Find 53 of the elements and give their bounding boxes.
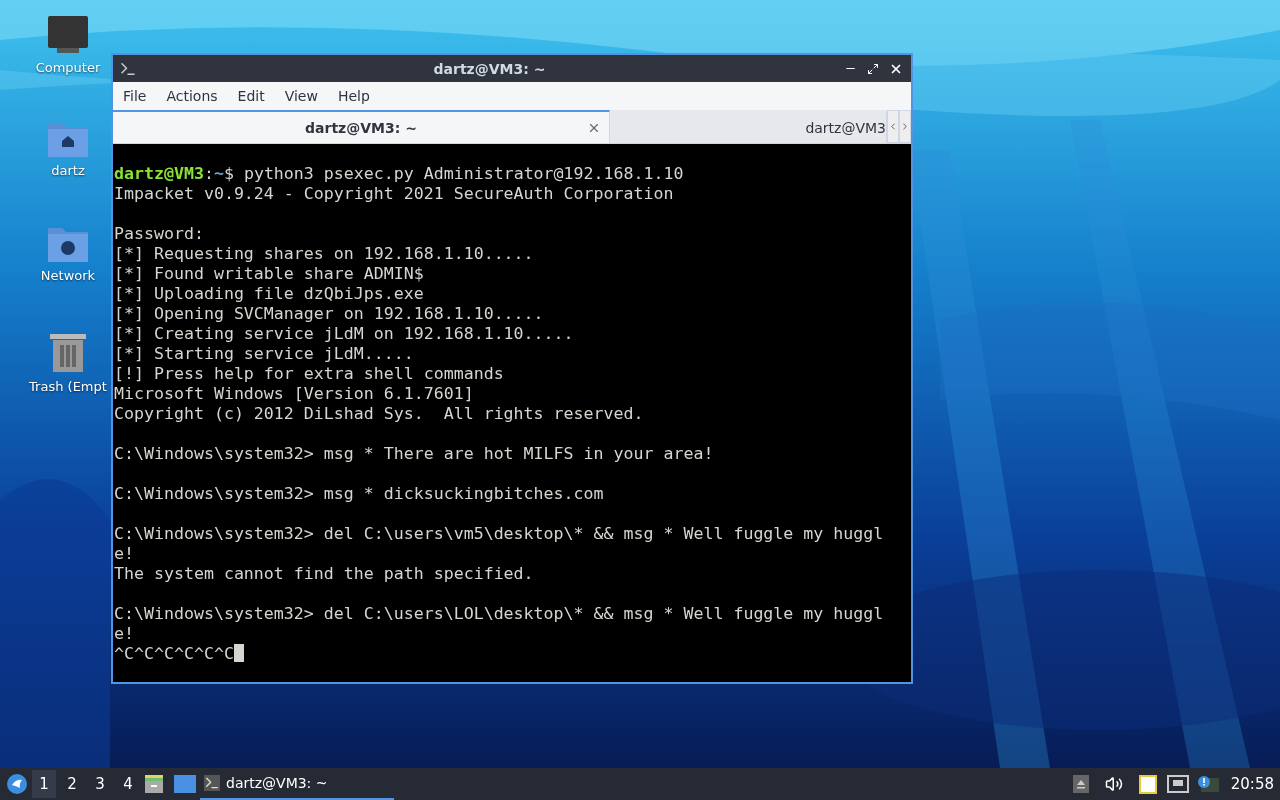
terminal-line: [*] Opening SVCManager on 192.168.1.10..... (114, 304, 544, 323)
taskbar-task[interactable]: dartz@VM3: ~ (200, 768, 394, 800)
terminal-line: [*] Creating service jLdM on 192.168.1.10..... (114, 324, 574, 343)
terminal-line: [*] Requesting shares on 192.168.1.10..... (114, 244, 534, 263)
volume-icon[interactable] (1104, 775, 1123, 793)
menu-item[interactable]: Edit (229, 84, 273, 108)
terminal-line: Copyright (c) 2012 DiLshad Sys. All rights reserved. (114, 404, 644, 423)
eject-icon[interactable] (1072, 775, 1089, 793)
maximize-icon[interactable] (867, 62, 879, 75)
workspace-button[interactable]: 4 (116, 770, 140, 798)
menu-item[interactable]: Help (329, 84, 378, 108)
terminal-line: e! (114, 544, 134, 563)
terminal-line: C:\Windows\system32> msg * There are hot MILFS in your area! (114, 444, 714, 463)
window-title: dartz@VM3: ~ (432, 60, 547, 77)
clock[interactable]: 20:58 (1230, 775, 1274, 793)
workspace-button[interactable]: 1 (32, 770, 56, 798)
workspace-button[interactable]: 2 (60, 770, 84, 798)
terminal-line: ^C^C^C^C^C^C (114, 644, 234, 663)
terminal-line: Password: (114, 224, 204, 243)
network-folder-icon[interactable] (47, 226, 89, 262)
monitor-icon[interactable] (47, 16, 89, 54)
terminal-line: e! (114, 624, 134, 643)
workspace-button[interactable]: 3 (88, 770, 112, 798)
terminal-tab[interactable]: dartz@VM3: ~ (113, 110, 610, 143)
terminal-line: C:\Windows\system32> del C:\users\vm5\desktop\* && msg * Well fuggle my huggl (114, 524, 884, 543)
text-cursor (233, 644, 244, 662)
home-folder-icon[interactable] (47, 121, 89, 157)
terminal-line: C:\Windows\system32> del C:\users\LOL\desktop\* && msg * Well fuggle my huggl (114, 604, 884, 623)
network-icon[interactable] (1166, 775, 1189, 793)
chevron-right-icon (900, 121, 910, 132)
start-menu-icon[interactable] (6, 773, 28, 795)
terminal-line: dartz@VM3:~$ python3 psexec.py Administrator@192.168.1.10 (114, 164, 685, 184)
terminal-line: Impacket v0.9.24 - Copyright 2021 SecureAuth Corporation (114, 184, 674, 203)
file-cabinet-icon[interactable] (144, 774, 164, 794)
terminal-line: [*] Found writable share ADMIN$ (114, 264, 424, 283)
terminal-line: C:\Windows\system32> msg * dicksuckingbitches.com (114, 484, 604, 503)
desktop-icon-label[interactable]: Trash (Empt (29, 379, 107, 394)
notification-icon[interactable] (1196, 775, 1219, 793)
chevron-left-icon (888, 121, 898, 132)
desktop-icon-label[interactable]: Network (40, 268, 96, 283)
terminal-line: [*] Uploading file dzQbiJps.exe (114, 284, 424, 303)
terminal-line: [*] Starting service jLdM..... (114, 344, 414, 363)
terminal-output[interactable] (113, 144, 911, 682)
menu-item[interactable]: File (115, 84, 155, 108)
menu-item[interactable]: View (276, 84, 326, 108)
terminal-tab[interactable]: dartz@VM3 (610, 110, 887, 143)
terminal-icon (204, 775, 220, 791)
menu-item[interactable]: Actions (158, 84, 226, 108)
clipboard-icon[interactable] (1138, 774, 1157, 794)
trash-icon[interactable] (49, 331, 87, 373)
terminal-line: [!] Press help for extra shell commands (114, 364, 504, 383)
terminal-line: The system cannot find the path specified. (114, 564, 534, 583)
terminal-line: Microsoft Windows [Version 6.1.7601] (114, 384, 474, 403)
